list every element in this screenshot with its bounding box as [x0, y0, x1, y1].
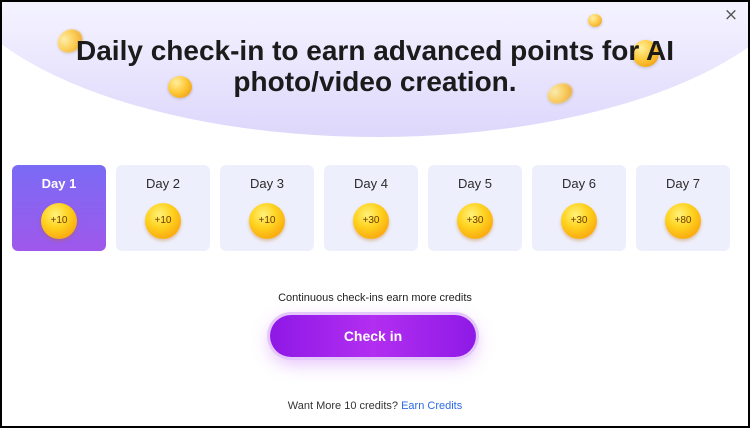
day-card-4[interactable]: Day 4 +30: [324, 165, 418, 251]
day-label: Day 2: [146, 176, 180, 191]
decorative-coin-icon: [588, 14, 602, 27]
reward-value: +10: [50, 215, 68, 226]
footer: Want More 10 credits? Earn Credits: [2, 400, 748, 412]
day-label: Day 3: [250, 176, 284, 191]
day-label: Day 6: [562, 176, 596, 191]
close-icon[interactable]: ×: [722, 6, 740, 24]
reward-value: +30: [362, 215, 380, 226]
day-label: Day 7: [666, 176, 700, 191]
reward-value: +30: [570, 215, 588, 226]
day-card-5[interactable]: Day 5 +30: [428, 165, 522, 251]
checkin-dialog: × Daily check-in to earn advanced points…: [0, 0, 750, 428]
day-label: Day 5: [458, 176, 492, 191]
coin-icon: +10: [249, 203, 285, 239]
footer-text: Want More 10 credits?: [287, 400, 399, 412]
coin-icon: +10: [145, 203, 181, 239]
day-card-2[interactable]: Day 2 +10: [116, 165, 210, 251]
dialog-headline: Daily check-in to earn advanced points f…: [76, 35, 674, 97]
day-list: Day 1 +10 Day 2 +10 Day 3 +10 Day 4 +30 …: [12, 165, 740, 253]
reward-value: +30: [466, 215, 484, 226]
day-label: Day 1: [41, 176, 77, 191]
reward-value: +10: [258, 215, 276, 226]
coin-icon: +80: [665, 203, 701, 239]
day-card-1[interactable]: Day 1 +10: [12, 165, 106, 251]
coin-icon: +30: [561, 203, 597, 239]
reward-value: +10: [154, 215, 172, 226]
coin-icon: +30: [353, 203, 389, 239]
day-card-6[interactable]: Day 6 +30: [532, 165, 626, 251]
checkin-hint: Continuous check-ins earn more credits: [278, 292, 472, 304]
coin-icon: +30: [457, 203, 493, 239]
check-in-button[interactable]: Check in: [270, 315, 476, 357]
day-card-7[interactable]: Day 7 +80: [636, 165, 730, 251]
coin-icon: +10: [41, 203, 77, 239]
day-card-3[interactable]: Day 3 +10: [220, 165, 314, 251]
earn-credits-link[interactable]: Earn Credits: [401, 400, 462, 412]
day-label: Day 4: [354, 176, 388, 191]
reward-value: +80: [674, 215, 692, 226]
